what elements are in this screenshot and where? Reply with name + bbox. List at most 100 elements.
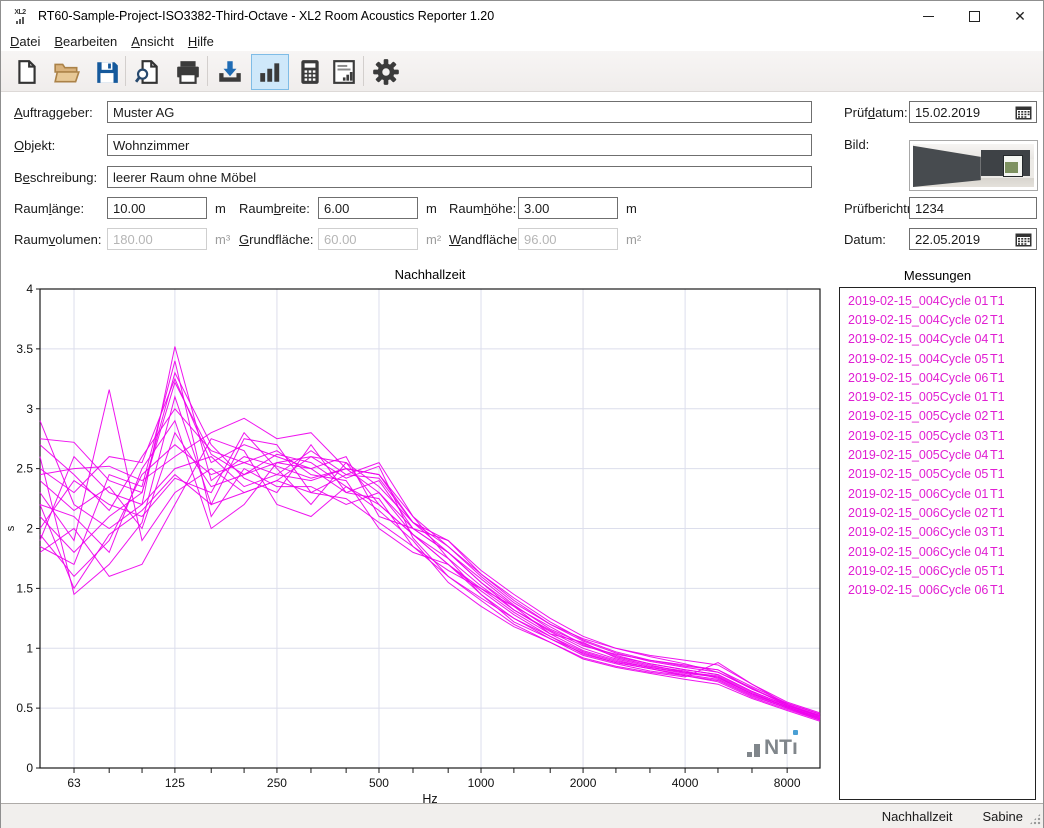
- maximize-button[interactable]: [951, 1, 997, 31]
- list-item[interactable]: 2019-02-15_005Cycle 02T1: [840, 407, 1035, 426]
- list-item[interactable]: 2019-02-15_006Cycle 06T1: [840, 580, 1035, 599]
- list-item[interactable]: 2019-02-15_006Cycle 01T1: [840, 484, 1035, 503]
- save-icon: [94, 59, 120, 85]
- auftraggeber-label: Auftraggeber:: [14, 105, 93, 120]
- beschreibung-input[interactable]: [107, 166, 812, 188]
- list-item[interactable]: 2019-02-15_006Cycle 02T1: [840, 503, 1035, 522]
- minimize-icon: [923, 16, 934, 17]
- settings-button[interactable]: [367, 54, 405, 90]
- list-item[interactable]: 2019-02-15_006Cycle 04T1: [840, 542, 1035, 561]
- raumvolumen-unit: m³: [215, 232, 230, 247]
- list-item[interactable]: 2019-02-15_004Cycle 06T1: [840, 368, 1035, 387]
- report-button[interactable]: [325, 54, 363, 90]
- minimize-button[interactable]: [905, 1, 951, 31]
- wandflaeche-input: [518, 228, 618, 250]
- raumhoehe-label: Raumhöhe:: [449, 201, 516, 216]
- svg-text:4000: 4000: [672, 776, 699, 790]
- datum-calendar-button[interactable]: [1011, 229, 1035, 249]
- window-title: RT60-Sample-Project-ISO3382-Third-Octave…: [38, 9, 494, 23]
- svg-text:s: s: [5, 525, 17, 531]
- print-preview-button[interactable]: [129, 54, 167, 90]
- beschreibung-label: Beschreibung:: [14, 170, 97, 185]
- print-icon: [175, 59, 201, 85]
- save-button[interactable]: [88, 54, 126, 90]
- pruefberichtnr-input[interactable]: [909, 197, 1037, 219]
- raumlaenge-unit: m: [215, 201, 226, 216]
- bild-label: Bild:: [844, 137, 869, 152]
- chart-bars-icon: [257, 59, 283, 85]
- datum-label: Datum:: [844, 232, 886, 247]
- calendar-icon: [1015, 232, 1032, 247]
- measurements-list: 2019-02-15_004Cycle 01T12019-02-15_004Cy…: [839, 287, 1036, 800]
- import-icon: [216, 59, 244, 85]
- room-photo[interactable]: [909, 140, 1038, 191]
- open-file-button[interactable]: [48, 54, 86, 90]
- svg-text:2.5: 2.5: [16, 462, 33, 476]
- list-item[interactable]: 2019-02-15_004Cycle 01T1: [840, 291, 1035, 310]
- list-item[interactable]: 2019-02-15_004Cycle 02T1: [840, 310, 1035, 329]
- print-preview-icon: [135, 59, 161, 85]
- menu-bearbeiten[interactable]: Bearbeiten: [47, 31, 124, 51]
- app-logo-icon: XL2: [10, 6, 30, 26]
- status-method: Sabine: [983, 809, 1023, 824]
- rt60-chart: 00.511.522.533.5463125250500100020004000…: [1, 263, 837, 807]
- raumbreite-input[interactable]: [318, 197, 418, 219]
- open-folder-icon: [53, 59, 81, 85]
- raumvolumen-input: [107, 228, 207, 250]
- new-file-button[interactable]: [8, 54, 46, 90]
- grundflaeche-input: [318, 228, 418, 250]
- svg-text:125: 125: [165, 776, 185, 790]
- chart-view-button[interactable]: [251, 54, 289, 90]
- svg-text:1: 1: [26, 641, 33, 655]
- title-bar: XL2 RT60-Sample-Project-ISO3382-Third-Oc…: [1, 1, 1043, 31]
- raumbreite-unit: m: [426, 201, 437, 216]
- list-item[interactable]: 2019-02-15_006Cycle 03T1: [840, 523, 1035, 542]
- calculator-icon: [298, 59, 322, 85]
- calendar-icon: [1015, 105, 1032, 120]
- nti-logo: NTı: [747, 739, 798, 757]
- status-mode: Nachhallzeit: [882, 809, 953, 824]
- print-button[interactable]: [169, 54, 207, 90]
- maximize-icon: [969, 11, 980, 22]
- objekt-input[interactable]: [107, 134, 812, 156]
- wandflaeche-unit: m²: [626, 232, 641, 247]
- svg-text:63: 63: [67, 776, 81, 790]
- raumlaenge-label: Raumlänge:: [14, 201, 84, 216]
- grundflaeche-unit: m²: [426, 232, 441, 247]
- objekt-label: Objekt:: [14, 138, 55, 153]
- menu-hilfe[interactable]: Hilfe: [181, 31, 221, 51]
- settings-gear-icon: [372, 58, 400, 86]
- menu-datei[interactable]: Datei: [3, 31, 47, 51]
- svg-text:250: 250: [267, 776, 287, 790]
- raumlaenge-input[interactable]: [107, 197, 207, 219]
- menu-ansicht[interactable]: Ansicht: [124, 31, 181, 51]
- svg-text:1000: 1000: [468, 776, 495, 790]
- raumhoehe-input[interactable]: [518, 197, 618, 219]
- svg-text:500: 500: [369, 776, 389, 790]
- auftraggeber-input[interactable]: [107, 101, 812, 123]
- wandflaeche-label: Wandfläche:: [449, 232, 521, 247]
- app-window: { "window": { "title": "RT60-Sample-Proj…: [0, 0, 1044, 828]
- svg-text:8000: 8000: [774, 776, 801, 790]
- list-item[interactable]: 2019-02-15_005Cycle 03T1: [840, 426, 1035, 445]
- toolbar: [1, 51, 1043, 92]
- svg-text:3: 3: [26, 402, 33, 416]
- list-item[interactable]: 2019-02-15_004Cycle 05T1: [840, 349, 1035, 368]
- close-button[interactable]: ✕: [997, 1, 1043, 31]
- pruefdatum-calendar-button[interactable]: [1011, 102, 1035, 122]
- grundflaeche-label: Grundfläche:: [239, 232, 313, 247]
- calculator-button[interactable]: [291, 54, 329, 90]
- svg-text:4: 4: [26, 282, 33, 296]
- import-button[interactable]: [211, 54, 249, 90]
- list-item[interactable]: 2019-02-15_005Cycle 05T1: [840, 465, 1035, 484]
- raumbreite-label: Raumbreite:: [239, 201, 310, 216]
- list-item[interactable]: 2019-02-15_006Cycle 05T1: [840, 561, 1035, 580]
- svg-text:0: 0: [26, 761, 33, 775]
- list-item[interactable]: 2019-02-15_004Cycle 04T1: [840, 330, 1035, 349]
- list-item[interactable]: 2019-02-15_005Cycle 01T1: [840, 387, 1035, 406]
- report-icon: [331, 59, 357, 85]
- pruefdatum-label: Prüfdatum:: [844, 105, 908, 120]
- list-item[interactable]: 2019-02-15_005Cycle 04T1: [840, 445, 1035, 464]
- svg-text:1.5: 1.5: [16, 581, 33, 595]
- menu-bar: Datei Bearbeiten Ansicht Hilfe: [1, 31, 1043, 51]
